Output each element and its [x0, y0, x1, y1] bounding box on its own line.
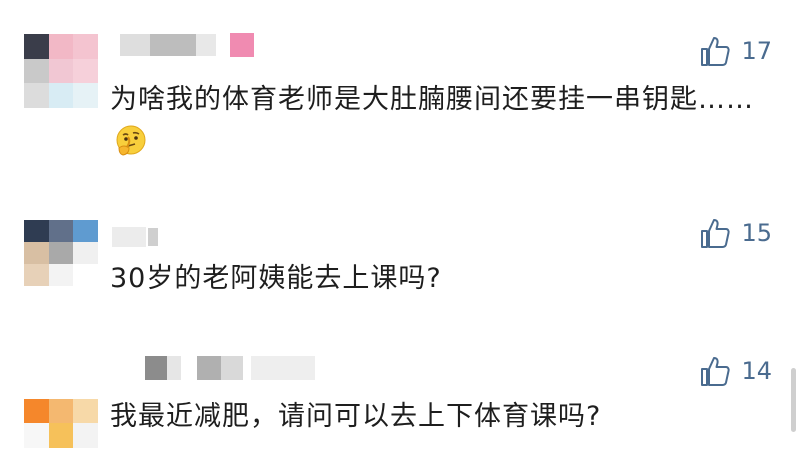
comment-item: 17 为啥我的体育老师是大肚腩腰间还要挂一串钥匙……: [0, 0, 800, 200]
thinking-face-emoji-icon: [114, 124, 148, 158]
comment-text-content: 我最近减肥，请问可以去上下体育课吗?: [110, 401, 602, 432]
avatar[interactable]: [24, 220, 98, 286]
comment-item: 14 我最近减肥，请问可以去上下体育课吗?: [0, 340, 800, 470]
like-count: 15: [741, 219, 772, 247]
scrollbar[interactable]: [791, 368, 796, 432]
like-button[interactable]: 15: [698, 216, 772, 250]
thumbs-up-icon: [698, 354, 732, 388]
comment-text: 为啥我的体育老师是大肚腩腰间还要挂一串钥匙……: [110, 77, 770, 167]
comment-text-content: 30岁的老阿姨能去上课吗?: [110, 263, 442, 294]
like-count: 17: [741, 37, 772, 65]
avatar[interactable]: [24, 374, 98, 448]
comment-item: 15 30岁的老阿姨能去上课吗?: [0, 200, 800, 330]
comment-text-content: 为啥我的体育老师是大肚腩腰间还要挂一串钥匙……: [110, 84, 754, 115]
username-blurred[interactable]: [145, 350, 315, 386]
thumbs-up-icon: [698, 216, 732, 250]
username-blurred[interactable]: [120, 32, 254, 58]
avatar[interactable]: [24, 34, 98, 108]
thumbs-up-icon: [698, 34, 732, 68]
like-button[interactable]: 17: [698, 34, 772, 68]
like-button[interactable]: 14: [698, 354, 772, 388]
comment-text: 30岁的老阿姨能去上课吗?: [110, 256, 770, 301]
like-count: 14: [741, 357, 772, 385]
username-blurred[interactable]: [112, 226, 158, 248]
comment-text: 我最近减肥，请问可以去上下体育课吗?: [110, 394, 770, 439]
